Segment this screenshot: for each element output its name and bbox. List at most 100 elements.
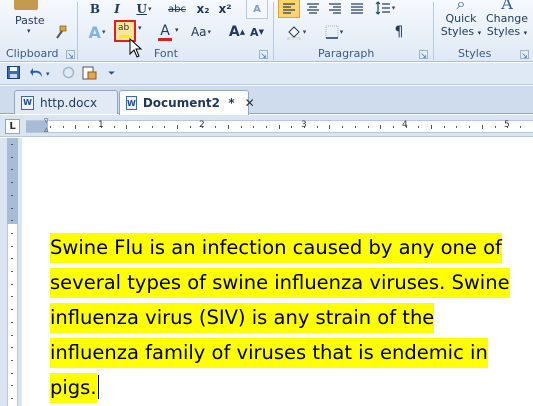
customize-toolbar-arrow[interactable]: ⏷ — [108, 66, 115, 82]
text-effects-button[interactable]: A ▾ — [84, 22, 110, 42]
shading-button[interactable]: ▾ — [282, 22, 310, 42]
print-preview-button[interactable] — [82, 66, 97, 82]
strikethrough-button[interactable]: abc — [166, 0, 188, 19]
font-color-dropdown-arrow[interactable]: ▾ — [175, 26, 179, 34]
bold-button[interactable]: B — [88, 0, 102, 19]
highlighted-text-line[interactable]: pigs. — [50, 373, 97, 403]
redo-icon — [62, 66, 75, 79]
quick-styles-label-2-row: Styles ▾ — [440, 25, 482, 40]
ruler-tick — [75, 125, 77, 129]
undo-dropdown-arrow[interactable]: ▾ — [46, 66, 50, 82]
underline-button[interactable]: U ▾ — [133, 0, 155, 19]
align-left-button[interactable] — [278, 0, 300, 18]
clipboard-dialog-launcher[interactable]: ↘ — [66, 50, 75, 60]
align-left-icon — [283, 3, 295, 14]
ruler-tick — [380, 125, 382, 129]
text-caret — [97, 375, 99, 399]
ruler-tick — [11, 359, 13, 361]
highlighted-text-line[interactable]: influenza virus (SIV) is any strain of t… — [50, 303, 435, 333]
text-effects-icon: A — [88, 22, 101, 42]
quick-styles-button[interactable]: ⌕ Quick Styles ▾ — [440, 0, 482, 40]
superscript-button[interactable]: x² — [216, 0, 234, 19]
redo-button[interactable] — [62, 66, 75, 82]
grow-font-icon: A — [228, 24, 240, 40]
paste-dropdown-arrow[interactable]: ▾ — [27, 27, 31, 35]
highlighted-text-line[interactable]: several types of swine influenza viruses… — [50, 268, 510, 298]
tab-document2[interactable]: W Document2 * ✕ — [119, 90, 255, 115]
shrink-font-button[interactable]: A ▼ — [248, 22, 266, 42]
vertical-ruler-strip — [7, 224, 18, 406]
font-group: B I U ▾ abc x₂ x² A ▾ ab ▾ A ▾ Aa ▾ A▲ — [78, 0, 272, 62]
ruler-tick — [138, 126, 140, 128]
clipboard-group-label: Clipboard — [6, 47, 59, 60]
save-button[interactable] — [7, 66, 20, 82]
tab-stop-selector[interactable]: L — [5, 119, 20, 134]
ruler-tick — [11, 372, 13, 374]
ruler-tick — [177, 125, 178, 129]
underline-glyph: U — [136, 2, 147, 16]
ruler-tick — [11, 347, 13, 349]
ruler-tick — [329, 125, 331, 129]
paste-icon[interactable] — [14, 0, 38, 10]
change-styles-label-2: Styles — [486, 25, 521, 38]
ruler-tick — [11, 169, 13, 171]
text-effects-dropdown-arrow[interactable]: ▾ — [102, 28, 106, 36]
show-hide-formatting-button[interactable]: ¶ — [390, 22, 408, 42]
font-dialog-launcher[interactable]: ↘ — [259, 50, 268, 60]
underline-dropdown-arrow[interactable]: ▾ — [148, 5, 152, 13]
ruler-tick — [11, 309, 13, 311]
clear-formatting-button[interactable]: A — [246, 0, 268, 19]
vertical-ruler[interactable] — [0, 138, 22, 406]
borders-button[interactable]: ▾ — [320, 22, 348, 42]
font-color-bar — [158, 37, 172, 41]
change-styles-button[interactable]: A Change Styles ▾ — [484, 0, 530, 40]
ruler-number: 5 — [504, 120, 510, 130]
top-margin-area — [7, 138, 18, 224]
ruler-tick — [11, 245, 13, 247]
ruler-tick — [367, 126, 369, 128]
document-tab-bar: W http.docx W Document2 * ✕ — [0, 86, 533, 115]
change-case-button[interactable]: Aa ▾ — [186, 22, 216, 42]
ruler-tick — [253, 126, 255, 128]
ruler-tick — [456, 126, 458, 128]
ruler-tick — [443, 126, 445, 128]
paragraph-dialog-launcher[interactable]: ↘ — [419, 50, 428, 60]
ruler-tick — [354, 126, 356, 128]
ruler-tick — [481, 125, 483, 129]
ruler-tick — [88, 126, 90, 128]
highlighted-text-line[interactable]: Swine Flu is an infection caused by any … — [50, 233, 502, 263]
close-tab-icon[interactable]: ✕ — [245, 96, 255, 110]
line-spacing-dropdown-arrow[interactable]: ▾ — [392, 4, 396, 12]
paint-bucket-icon — [287, 26, 300, 40]
quick-styles-label-1: Quick — [445, 12, 477, 25]
ruler-tick — [215, 126, 217, 128]
italic-button[interactable]: I — [110, 0, 124, 19]
justify-button[interactable] — [348, 0, 366, 18]
horizontal-ruler[interactable]: 1 2 3 4 5 — [26, 120, 533, 133]
ruler-tick — [189, 126, 191, 128]
quick-styles-icon: ⌕ — [456, 0, 466, 13]
undo-button[interactable] — [30, 66, 44, 82]
tab-label: http.docx — [40, 95, 98, 110]
ruler-tick — [151, 126, 153, 128]
change-styles-dropdown-arrow[interactable]: ▾ — [524, 29, 528, 37]
quick-styles-dropdown-arrow[interactable]: ▾ — [478, 29, 482, 37]
styles-dialog-launcher[interactable]: ↘ — [520, 50, 529, 60]
paste-button-label[interactable]: Paste — [15, 14, 45, 27]
borders-icon — [325, 25, 339, 39]
indent-marker[interactable]: ▿ ▵ — [44, 117, 49, 135]
shading-dropdown-arrow[interactable]: ▾ — [303, 28, 307, 36]
format-painter-button[interactable] — [52, 22, 70, 42]
highlight-dropdown-arrow[interactable]: ▾ — [138, 24, 142, 32]
ruler-tick — [342, 126, 344, 128]
borders-dropdown-arrow[interactable]: ▾ — [340, 28, 344, 36]
subscript-button[interactable]: x₂ — [194, 0, 212, 19]
highlighted-text-line[interactable]: influenza family of viruses that is ende… — [50, 338, 488, 368]
align-center-button[interactable] — [304, 0, 322, 18]
grow-font-button[interactable]: A ▲ — [228, 22, 246, 42]
change-case-dropdown-arrow[interactable]: ▾ — [208, 28, 212, 36]
align-right-button[interactable] — [326, 0, 344, 18]
tab-http-docx[interactable]: W http.docx — [14, 90, 118, 114]
line-spacing-button[interactable]: ▾ — [372, 0, 398, 18]
document-body[interactable]: Swine Flu is an infection caused by any … — [50, 230, 530, 405]
